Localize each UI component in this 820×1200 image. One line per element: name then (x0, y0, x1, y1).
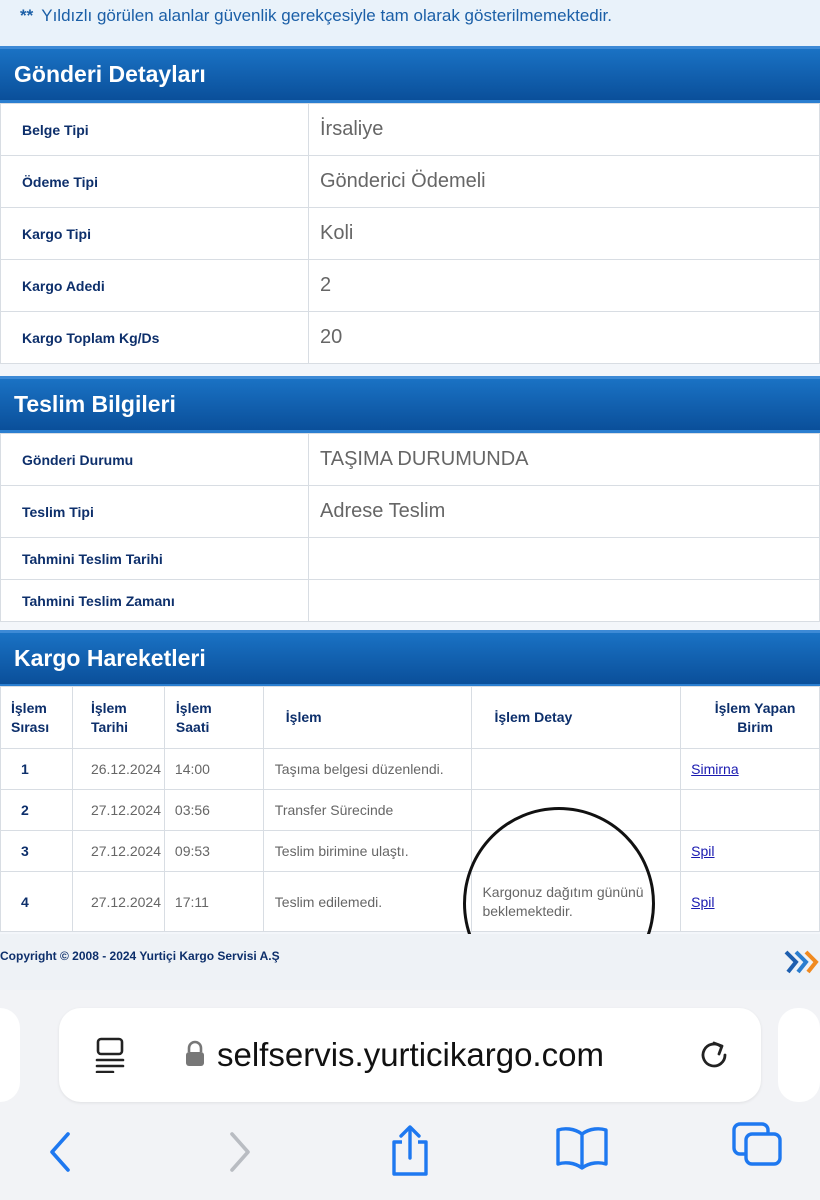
delivery-info-table: Gönderi Durumu TAŞIMA DURUMUNDA Teslim T… (0, 433, 820, 622)
back-icon[interactable] (46, 1130, 74, 1174)
col-header-time: İşlem Saati (163, 686, 264, 749)
row-label: Kargo Toplam Kg/Ds (0, 311, 309, 364)
row-time: 14:00 (163, 748, 264, 790)
row-value (308, 579, 820, 622)
row-action: Taşıma belgesi düzenlendi. (262, 748, 473, 790)
row-label: Kargo Tipi (0, 207, 309, 260)
shipment-details-table: Belge Tipi İrsaliye Ödeme Tipi Gönderici… (0, 103, 820, 364)
table-header-row: İşlem Sırası İşlem Tarihi İşlem Saati İşlem… (0, 686, 820, 749)
row-date: 27.12.2024 (71, 871, 165, 932)
table-row: Ödeme Tipi Gönderici Ödemeli (0, 155, 820, 208)
row-action: Transfer Sürecinde (262, 789, 473, 831)
table-row: Kargo Adedi 2 (0, 259, 820, 312)
row-detail (471, 748, 682, 790)
row-unit (680, 789, 820, 831)
table-row: Gönderi Durumu TAŞIMA DURUMUNDA (0, 433, 820, 486)
row-label: Tahmini Teslim Zamanı (0, 579, 309, 622)
row-value: 20 (308, 311, 820, 364)
row-value: Koli (308, 207, 820, 260)
row-sequence: 4 (0, 871, 73, 932)
row-time: 09:53 (163, 830, 264, 872)
cargo-movements-header: Kargo Hareketleri (0, 630, 820, 688)
tabs-icon[interactable] (732, 1122, 784, 1168)
row-time: 03:56 (163, 789, 264, 831)
reader-icon[interactable] (93, 1037, 127, 1073)
table-row: Kargo Toplam Kg/Ds 20 (0, 311, 820, 364)
row-label: Ödeme Tipi (0, 155, 309, 208)
row-sequence: 2 (0, 789, 73, 831)
row-action: Teslim birimine ulaştı. (262, 830, 473, 872)
cargo-movements-table: İşlem Sırası İşlem Tarihi İşlem Saati İşlem… (0, 686, 820, 932)
row-value: TAŞIMA DURUMUNDA (308, 433, 820, 486)
url-text[interactable]: selfservis.yurticikargo.com (217, 1036, 604, 1074)
col-header-unit: İşlem Yapan Birim (680, 686, 820, 749)
notice-text: Yıldızlı görülen alanlar güvenlik gerekç… (41, 6, 612, 25)
row-value: Gönderici Ödemeli (308, 155, 820, 208)
col-header-action: İşlem (262, 686, 473, 749)
unit-link[interactable]: Spil (691, 843, 714, 859)
table-row: 4 27.12.2024 17:11 Teslim edilemedi. Kar… (0, 871, 820, 932)
copyright-text: Copyright © 2008 - 2024 Yurtiçi Kargo Se… (0, 949, 280, 963)
row-value: Adrese Teslim (308, 485, 820, 538)
cargo-movements-title: Kargo Hareketleri (14, 645, 206, 671)
share-icon[interactable] (386, 1124, 434, 1178)
shipment-details-title: Gönderi Detayları (14, 61, 206, 87)
row-label: Tahmini Teslim Tarihi (0, 537, 309, 580)
table-row: Tahmini Teslim Zamanı (0, 579, 820, 622)
browser-chrome: selfservis.yurticikargo.com (0, 990, 820, 1200)
security-notice: ** Yıldızlı görülen alanlar güvenlik gere… (0, 0, 820, 46)
row-label: Teslim Tipi (0, 485, 309, 538)
table-row: 2 27.12.2024 03:56 Transfer Sürecinde (0, 789, 820, 831)
yurtici-logo (784, 950, 819, 974)
col-header-detail: İşlem Detay (471, 686, 682, 749)
table-row: Belge Tipi İrsaliye (0, 103, 820, 156)
row-label: Belge Tipi (0, 103, 309, 156)
row-label: Kargo Adedi (0, 259, 309, 312)
row-sequence: 3 (0, 830, 73, 872)
row-date: 27.12.2024 (71, 830, 165, 872)
row-date: 26.12.2024 (71, 748, 165, 790)
row-time: 17:11 (163, 871, 264, 932)
lock-icon (186, 1040, 204, 1066)
row-date: 27.12.2024 (71, 789, 165, 831)
table-row: Teslim Tipi Adrese Teslim (0, 485, 820, 538)
unit-link[interactable]: Spil (691, 894, 714, 910)
table-row: Kargo Tipi Koli (0, 207, 820, 260)
row-value: 2 (308, 259, 820, 312)
forward-icon[interactable] (226, 1130, 254, 1174)
row-sequence: 1 (0, 748, 73, 790)
delivery-info-header: Teslim Bilgileri (0, 376, 820, 434)
bookmarks-icon[interactable] (554, 1126, 610, 1170)
reload-icon[interactable] (697, 1037, 733, 1073)
table-row: Tahmini Teslim Tarihi (0, 537, 820, 580)
next-tab-pill[interactable] (778, 1008, 820, 1102)
row-action: Teslim edilemedi. (262, 871, 473, 932)
notice-stars: ** (20, 6, 34, 25)
table-row: 1 26.12.2024 14:00 Taşıma belgesi düzenl… (0, 748, 820, 790)
address-bar[interactable]: selfservis.yurticikargo.com (59, 1008, 761, 1102)
row-label: Gönderi Durumu (0, 433, 309, 486)
delivery-info-title: Teslim Bilgileri (14, 391, 176, 417)
previous-tab-pill[interactable] (0, 1008, 20, 1102)
page-footer: Copyright © 2008 - 2024 Yurtiçi Kargo Se… (0, 934, 820, 990)
row-value: İrsaliye (308, 103, 820, 156)
row-value (308, 537, 820, 580)
table-row: 3 27.12.2024 09:53 Teslim birimine ulaşt… (0, 830, 820, 872)
col-header-date: İşlem Tarihi (71, 686, 165, 749)
unit-link[interactable]: Simirna (691, 761, 738, 777)
shipment-details-header: Gönderi Detayları (0, 46, 820, 104)
col-header-sequence: İşlem Sırası (0, 686, 73, 749)
